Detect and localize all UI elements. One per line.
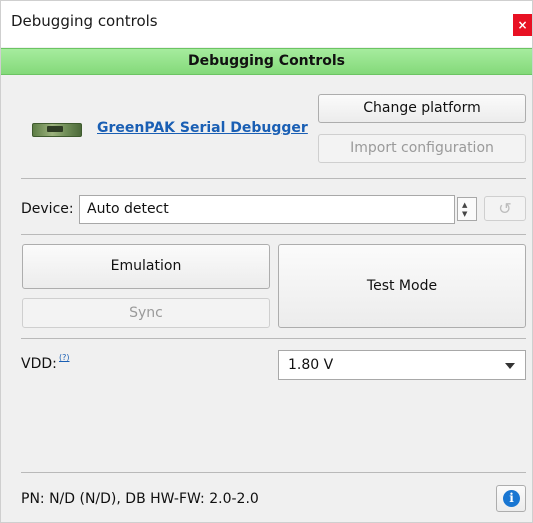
status-text: PN: N/D (N/D), DB HW-FW: 2.0-2.0 — [21, 491, 259, 507]
vdd-help-link[interactable]: (?) — [59, 353, 70, 362]
test-mode-button[interactable]: Test Mode — [278, 244, 526, 328]
close-icon: × — [517, 18, 528, 32]
change-platform-button[interactable]: Change platform — [318, 94, 526, 123]
device-label: Device: — [21, 201, 74, 217]
panel-header: Debugging Controls — [1, 48, 532, 75]
chevron-down-icon — [505, 363, 515, 369]
divider-1 — [21, 178, 526, 179]
change-platform-label: Change platform — [363, 100, 481, 116]
reset-device-button[interactable]: ↺ — [484, 196, 526, 221]
undo-icon: ↺ — [498, 199, 512, 218]
info-button[interactable]: i — [496, 485, 526, 512]
device-value: Auto detect — [87, 201, 169, 217]
spin-up-icon[interactable]: ▲ — [462, 201, 467, 209]
import-configuration-label: Import configuration — [350, 140, 494, 156]
emulation-button[interactable]: Emulation — [22, 244, 270, 289]
platform-link[interactable]: GreenPAK Serial Debugger — [97, 120, 308, 136]
divider-3 — [21, 338, 526, 339]
sync-button[interactable]: Sync — [22, 298, 270, 328]
test-mode-label: Test Mode — [366, 278, 438, 294]
vdd-selected-value: 1.80 V — [288, 357, 334, 373]
vdd-select[interactable]: 1.80 V — [278, 350, 526, 380]
close-button[interactable]: × — [513, 14, 532, 36]
device-spinner[interactable]: ▲ ▼ — [457, 197, 477, 221]
divider-2 — [21, 234, 526, 235]
spin-down-icon[interactable]: ▼ — [462, 210, 467, 218]
vdd-label: VDD: — [21, 356, 57, 372]
emulation-label: Emulation — [110, 258, 182, 274]
title-bar: Debugging controls × — [1, 1, 532, 47]
window-title: Debugging controls — [11, 12, 158, 30]
board-icon — [32, 123, 82, 137]
divider-4 — [21, 472, 526, 473]
debugging-controls-window: Debugging controls × Debugging Controls … — [0, 0, 533, 523]
import-configuration-button[interactable]: Import configuration — [318, 134, 526, 163]
device-field[interactable]: Auto detect — [79, 195, 455, 224]
info-icon: i — [503, 490, 520, 507]
sync-label: Sync — [129, 305, 163, 321]
